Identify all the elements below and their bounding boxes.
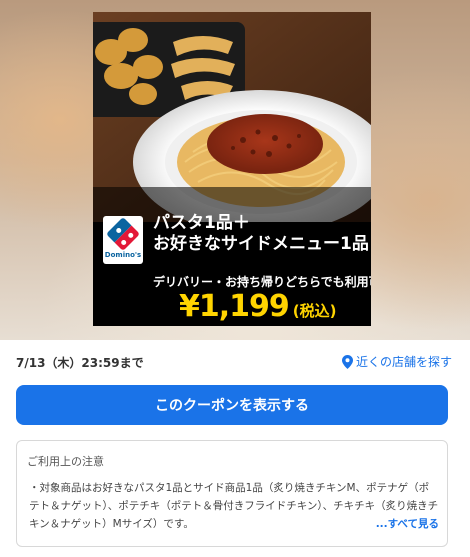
headline-line-2: お好きなサイドメニュー1品 <box>153 234 369 254</box>
find-nearby-stores-label: 近くの店舗を探す <box>355 355 452 369</box>
show-coupon-button[interactable]: このクーポンを表示する <box>16 385 448 425</box>
logo-text: Domino's <box>104 250 142 259</box>
expiry-date: 7/13（木）23:59まで <box>16 356 144 370</box>
usage-notes-title: ご利用上の注意 <box>27 455 104 468</box>
price-tax-note: (税込) <box>292 302 337 320</box>
coupon-image: Domino's パスタ1品＋ お好きなサイドメニュー1品 デリバリー・お持ち帰… <box>93 12 371 326</box>
dominos-tile-icon <box>106 216 140 251</box>
usage-notes-box: ご利用上の注意 ・対象商品はお好きなパスタ1品とサイド商品1品（炙り焼きチキンM… <box>16 440 448 547</box>
see-all-link[interactable]: ...すべて見る <box>376 515 439 533</box>
food-photo <box>93 12 371 222</box>
coupon-headline: パスタ1品＋ お好きなサイドメニュー1品 <box>153 213 369 255</box>
usage-notes-body: ・対象商品はお好きなパスタ1品とサイド商品1品（炙り焼きチキンM、ポテナゲ（ポテ… <box>29 479 439 533</box>
price-value: ¥1,199 <box>179 289 290 324</box>
find-nearby-stores-link[interactable]: 近くの店舗を探す <box>341 353 452 370</box>
dominos-logo: Domino's <box>103 216 143 264</box>
coupon-subline: デリバリー・お持ち帰りどちらでも利用可能 <box>153 275 371 289</box>
coupon-detail-panel: 7/13（木）23:59まで 近くの店舗を探す このクーポンを表示する ご利用上… <box>0 340 470 557</box>
map-pin-icon <box>341 354 353 369</box>
coupon-text-overlay: Domino's パスタ1品＋ お好きなサイドメニュー1品 デリバリー・お持ち帰… <box>93 207 371 326</box>
headline-line-1: パスタ1品＋ <box>153 213 250 233</box>
coupon-price: ¥1,199 (税込) <box>179 289 337 324</box>
